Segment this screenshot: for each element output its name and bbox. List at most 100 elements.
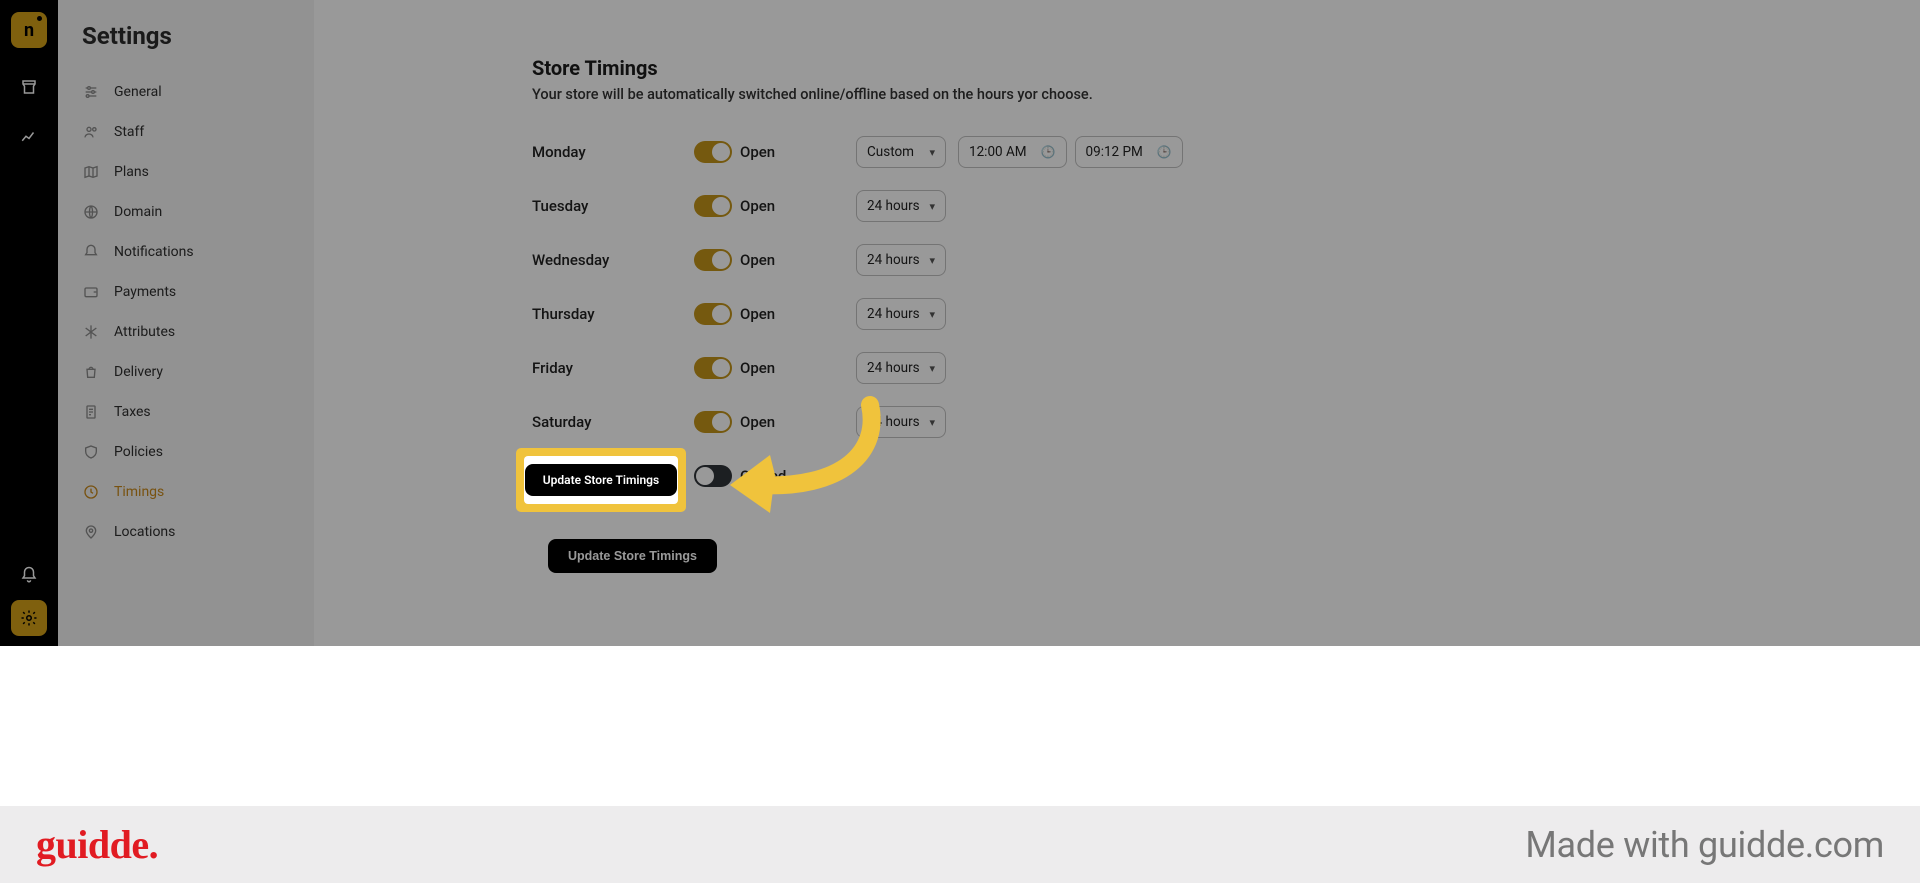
sidebar-item-notifications[interactable]: Notifications <box>58 232 314 272</box>
hours-mode-select[interactable]: 24 hours▾ <box>856 190 946 222</box>
timing-row-monday: Monday OpenCustom▾ 12:00 AM🕒09:12 PM🕒 <box>532 129 1920 175</box>
sidebar-item-label: Taxes <box>114 404 151 420</box>
open-toggle[interactable] <box>694 411 732 433</box>
sidebar-item-general[interactable]: General <box>58 72 314 112</box>
sidebar-item-label: Payments <box>114 284 176 300</box>
receipt-icon <box>82 404 100 420</box>
chevron-down-icon: ▾ <box>929 200 935 213</box>
hours-mode-select[interactable]: Custom▾ <box>856 136 946 168</box>
sidebar-item-delivery[interactable]: Delivery <box>58 352 314 392</box>
sidebar-item-label: Domain <box>114 204 162 220</box>
update-button-wrap: Update Store Timings <box>532 523 733 589</box>
settings-gear-button[interactable] <box>11 600 47 636</box>
open-status-label: Open <box>740 305 856 323</box>
sidebar-item-staff[interactable]: Staff <box>58 112 314 152</box>
sidebar-item-plans[interactable]: Plans <box>58 152 314 192</box>
hours-mode-select[interactable]: 24 hours▾ <box>856 352 946 384</box>
sidebar-item-domain[interactable]: Domain <box>58 192 314 232</box>
day-label: Monday <box>532 143 694 161</box>
open-status-label: Open <box>740 197 856 215</box>
sidebar-item-label: Timings <box>114 484 164 500</box>
bell-icon <box>82 244 100 260</box>
update-store-timings-button[interactable]: Update Store Timings <box>548 539 717 573</box>
hours-mode-select[interactable]: 24 hours▾ <box>856 244 946 276</box>
sidebar-item-policies[interactable]: Policies <box>58 432 314 472</box>
timing-row-friday: Friday Open24 hours▾ <box>532 345 1920 391</box>
chevron-down-icon: ▾ <box>929 416 935 429</box>
analytics-icon[interactable] <box>18 126 40 148</box>
sidebar-item-timings[interactable]: Timings <box>58 472 314 512</box>
open-toggle[interactable] <box>694 141 732 163</box>
hours-mode-select[interactable]: 24 hours▾ <box>856 298 946 330</box>
globe-icon <box>82 204 100 220</box>
open-toggle[interactable] <box>694 249 732 271</box>
sidebar-item-label: Attributes <box>114 324 175 340</box>
day-label: Friday <box>532 359 694 377</box>
sidebar-item-label: Staff <box>114 124 144 140</box>
day-label: Thursday <box>532 305 694 323</box>
sidebar-item-attributes[interactable]: Attributes <box>58 312 314 352</box>
settings-title: Settings <box>82 22 314 50</box>
sidebar-item-label: Plans <box>114 164 149 180</box>
sidebar-item-payments[interactable]: Payments <box>58 272 314 312</box>
snowflake-icon <box>82 324 100 340</box>
main-content: Store Timings Your store will be automat… <box>314 0 1920 646</box>
app-logo-badge[interactable]: n <box>11 12 47 48</box>
bag-icon <box>82 364 100 380</box>
settings-sidebar: Settings General Staff Plans Domain Notifica… <box>58 0 314 646</box>
guidde-logo: guidde. <box>36 821 158 868</box>
open-status-label: Open <box>740 359 856 377</box>
sliders-icon <box>82 84 100 100</box>
clock-icon <box>82 484 100 500</box>
time-to-input[interactable]: 09:12 PM🕒 <box>1075 136 1183 168</box>
timings-list: MondayOpenCustom▾12:00 AM🕒09:12 PM🕒Tuesd… <box>532 129 1920 499</box>
store-icon[interactable] <box>18 76 40 98</box>
clock-icon: 🕒 <box>1041 145 1056 159</box>
made-with-text: Made with guidde.com <box>1525 824 1884 866</box>
users-icon <box>82 124 100 140</box>
footer-bar: guidde. Made with guidde.com <box>0 806 1920 883</box>
gap-band <box>0 646 1920 806</box>
clock-icon: 🕒 <box>1157 145 1172 159</box>
app-root: n Settings General Staff Plans Domain Notifi… <box>0 0 1920 883</box>
chevron-down-icon: ▾ <box>929 362 935 375</box>
sidebar-item-locations[interactable]: Locations <box>58 512 314 552</box>
sidebar-item-label: Delivery <box>114 364 163 380</box>
open-toggle[interactable] <box>694 195 732 217</box>
map-icon <box>82 164 100 180</box>
open-status-label: Closed <box>740 467 856 485</box>
section-title: Store Timings <box>532 56 1920 80</box>
bell-icon[interactable] <box>18 564 40 586</box>
timing-row-sunday: Sunday Closed <box>532 453 1920 499</box>
timing-row-wednesday: Wednesday Open24 hours▾ <box>532 237 1920 283</box>
chevron-down-icon: ▾ <box>929 308 935 321</box>
section-subtitle: Your store will be automatically switche… <box>532 86 1920 103</box>
open-toggle[interactable] <box>694 357 732 379</box>
sidebar-item-label: Locations <box>114 524 175 540</box>
guidde-logo-text: guidde. <box>36 822 158 867</box>
day-label: Tuesday <box>532 197 694 215</box>
sidebar-item-label: Notifications <box>114 244 194 260</box>
settings-nav-list: General Staff Plans Domain Notifications Paym… <box>58 72 314 552</box>
hours-mode-select[interactable]: 24 hours▾ <box>856 406 946 438</box>
time-from-input[interactable]: 12:00 AM🕒 <box>958 136 1067 168</box>
timing-row-thursday: Thursday Open24 hours▾ <box>532 291 1920 337</box>
pin-icon <box>82 524 100 540</box>
open-status-label: Open <box>740 143 856 161</box>
open-toggle[interactable] <box>694 465 732 487</box>
open-status-label: Open <box>740 251 856 269</box>
left-nav-bar: n <box>0 0 58 646</box>
chevron-down-icon: ▾ <box>929 146 935 159</box>
wallet-icon <box>82 284 100 300</box>
open-toggle[interactable] <box>694 303 732 325</box>
timing-row-saturday: Saturday Open24 hours▾ <box>532 399 1920 445</box>
day-label: Saturday <box>532 413 694 431</box>
sidebar-item-taxes[interactable]: Taxes <box>58 392 314 432</box>
shield-icon <box>82 444 100 460</box>
day-label: Sunday <box>532 467 694 485</box>
sidebar-item-label: Policies <box>114 444 163 460</box>
open-status-label: Open <box>740 413 856 431</box>
chevron-down-icon: ▾ <box>929 254 935 267</box>
day-label: Wednesday <box>532 251 694 269</box>
timing-row-tuesday: Tuesday Open24 hours▾ <box>532 183 1920 229</box>
